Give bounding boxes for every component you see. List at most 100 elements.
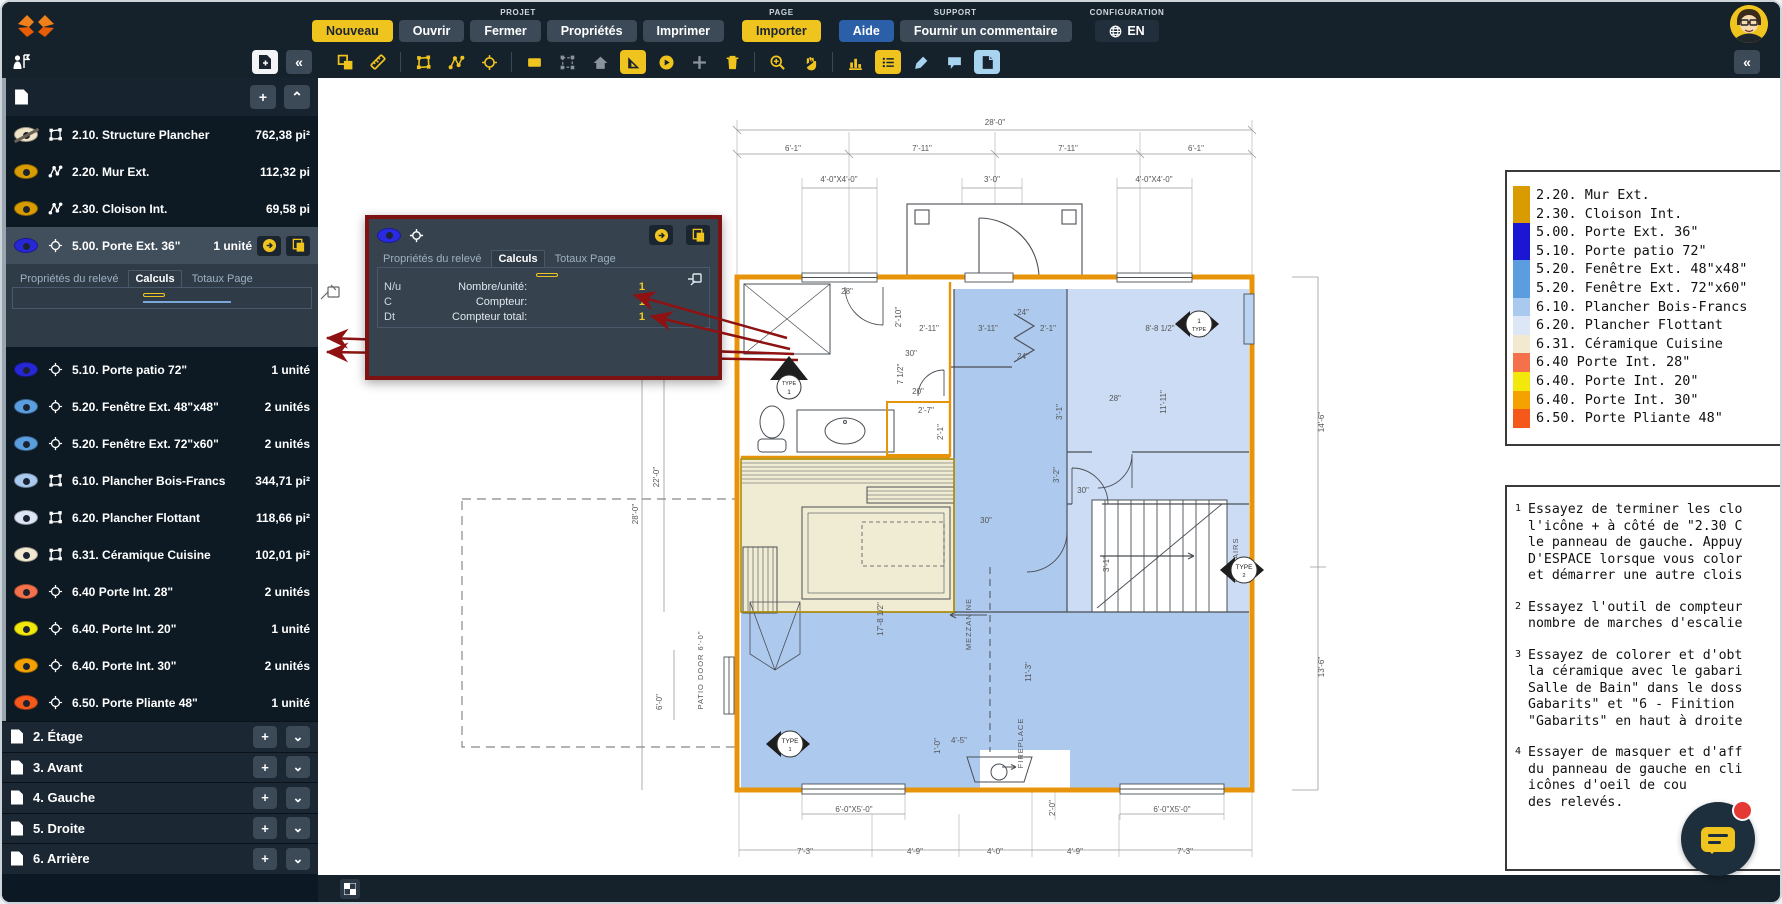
takeoff-item[interactable]: 2.10. Structure Plancher762,38 pi² xyxy=(6,116,318,153)
goto-button[interactable] xyxy=(649,225,673,245)
list-tool[interactable] xyxy=(875,50,901,74)
expand-page-button[interactable]: ⌄ xyxy=(286,756,310,778)
tab-calculs[interactable]: Calculs xyxy=(491,250,544,267)
visibility-eye-icon[interactable] xyxy=(14,238,38,253)
expand-gabarits-button[interactable]: « xyxy=(1734,50,1760,74)
polyline-tool[interactable] xyxy=(443,50,469,74)
expand-page-button[interactable]: ⌄ xyxy=(286,817,310,839)
collapse-page-button[interactable]: ⌃ xyxy=(284,85,310,109)
tab-calculs[interactable]: Calculs xyxy=(128,270,181,287)
visibility-eye-icon[interactable] xyxy=(377,228,401,243)
takeoff-item[interactable]: 6.40. Porte Int. 20"1 unité xyxy=(6,610,318,647)
page-icon xyxy=(14,88,29,106)
add-tool[interactable] xyxy=(686,50,712,74)
sidebar-page-header[interactable]: + ⌃ xyxy=(6,78,318,116)
add-takeoff-button[interactable]: + xyxy=(253,726,277,748)
tab-propri-t-s-du-relev-[interactable]: Propriétés du relevé xyxy=(14,271,124,287)
play-tool[interactable] xyxy=(653,50,679,74)
aide-button[interactable]: Aide xyxy=(839,20,894,42)
takeoff-item[interactable]: 2.20. Mur Ext.112,32 pi xyxy=(6,153,318,190)
chart-tool[interactable] xyxy=(842,50,868,74)
add-takeoff-button[interactable]: + xyxy=(253,817,277,839)
avatar[interactable] xyxy=(1730,5,1768,43)
home-tool[interactable] xyxy=(587,50,613,74)
ruler-tool[interactable] xyxy=(365,50,391,74)
mode-button[interactable] xyxy=(143,293,165,297)
visibility-eye-icon[interactable] xyxy=(14,399,38,414)
expand-page-button[interactable]: ⌄ xyxy=(286,848,310,870)
dim-label: 30" xyxy=(905,349,917,358)
counter-dropdown[interactable] xyxy=(143,301,231,303)
takeoff-item[interactable]: 5.10. Porte patio 72"1 unité xyxy=(6,351,318,388)
sidebar-page-5-droite[interactable]: 5. Droite+⌄ xyxy=(2,813,318,844)
expand-page-button[interactable]: ⌄ xyxy=(286,787,310,809)
expand-page-button[interactable]: ⌄ xyxy=(286,726,310,748)
highlighter-tool[interactable] xyxy=(908,50,934,74)
zoom-in-tool[interactable] xyxy=(764,50,790,74)
tab-propri-t-s-du-relev-[interactable]: Propriétés du relevé xyxy=(377,251,487,267)
takeoff-item[interactable]: 2.30. Cloison Int.69,58 pi xyxy=(6,190,318,227)
propri-t-s-button[interactable]: Propriétés xyxy=(547,20,637,42)
add-takeoff-button[interactable]: + xyxy=(253,848,277,870)
legend-swatch xyxy=(1513,316,1530,335)
set-square-tool[interactable] xyxy=(620,50,646,74)
fermer-button[interactable]: Fermer xyxy=(470,20,540,42)
ouvrir-button[interactable]: Ouvrir xyxy=(399,20,465,42)
copy-button[interactable] xyxy=(686,225,710,245)
visibility-eye-icon[interactable] xyxy=(14,547,38,562)
comment-tool[interactable] xyxy=(941,50,967,74)
visibility-eye-icon[interactable] xyxy=(14,473,38,488)
note-tool[interactable] xyxy=(974,50,1000,74)
pan-tool[interactable] xyxy=(797,50,823,74)
visibility-eye-off-icon[interactable] xyxy=(14,127,38,142)
new-page-button[interactable] xyxy=(252,50,278,74)
sidebar-page-3-avant[interactable]: 3. Avant+⌄ xyxy=(2,752,318,783)
sidebar-page-2-tage[interactable]: 2. Étage+⌄ xyxy=(2,721,318,752)
visibility-eye-icon[interactable] xyxy=(14,584,38,599)
visibility-eye-icon[interactable] xyxy=(14,436,38,451)
transform-tool[interactable] xyxy=(554,50,580,74)
fournir-un-commentaire-button[interactable]: Fournir un commentaire xyxy=(900,20,1072,42)
visibility-eye-icon[interactable] xyxy=(14,695,38,710)
visibility-eye-icon[interactable] xyxy=(14,621,38,636)
takeoff-item[interactable]: 6.40. Porte Int. 30"2 unités xyxy=(6,647,318,684)
sidebar-page-4-gauche[interactable]: 4. Gauche+⌄ xyxy=(2,782,318,813)
tab-totaux-page[interactable]: Totaux Page xyxy=(186,271,259,287)
takeoff-item[interactable]: 5.20. Fenêtre Ext. 72"x60"2 unités xyxy=(6,425,318,462)
takeoff-item[interactable]: 6.40 Porte Int. 28"2 unités xyxy=(6,573,318,610)
visibility-eye-icon[interactable] xyxy=(14,362,38,377)
nouveau-button[interactable]: Nouveau xyxy=(312,20,393,42)
visibility-eye-icon[interactable] xyxy=(14,201,38,216)
takeoff-item[interactable]: 6.10. Plancher Bois-Francs344,71 pi² xyxy=(6,462,318,499)
add-takeoff-button[interactable]: + xyxy=(253,787,277,809)
takeoff-item[interactable]: 6.31. Céramique Cuisine102,01 pi² xyxy=(6,536,318,573)
sidebar-page-6-arri-re[interactable]: 6. Arrière+⌄ xyxy=(2,843,318,874)
page-thumbnails-button[interactable] xyxy=(340,879,360,899)
collapse-sidebar-button[interactable]: « xyxy=(286,50,312,74)
delete-tool[interactable] xyxy=(719,50,745,74)
takeoff-item[interactable]: 6.20. Plancher Flottant118,66 pi² xyxy=(6,499,318,536)
goto-button[interactable] xyxy=(257,236,281,256)
mode-button[interactable] xyxy=(536,273,558,277)
visibility-eye-icon[interactable] xyxy=(14,164,38,179)
takeoff-item[interactable]: 5.00. Porte Ext. 36"1 unité xyxy=(6,227,318,264)
pin-icon[interactable] xyxy=(687,272,703,289)
visibility-eye-icon[interactable] xyxy=(14,658,38,673)
add-takeoff-button[interactable]: + xyxy=(253,756,277,778)
plan-canvas[interactable]: 28'-0"6'-1"7'-11"7'-11"6'-1"4'-0"X4'-0"3… xyxy=(318,78,1780,902)
takeoff-item[interactable]: 5.20. Fenêtre Ext. 48"x48"2 unités xyxy=(6,388,318,425)
polygon-tool[interactable] xyxy=(410,50,436,74)
counter-tool[interactable] xyxy=(476,50,502,74)
copy-button[interactable] xyxy=(286,236,310,256)
importer-button[interactable]: Importer xyxy=(742,20,821,42)
takeoff-item[interactable]: 6.50. Porte Pliante 48"1 unité xyxy=(6,684,318,721)
imprimer-button[interactable]: Imprimer xyxy=(643,20,725,42)
visibility-eye-icon[interactable] xyxy=(14,510,38,525)
takeoff-popup[interactable]: Propriétés du relevéCalculsTotaux Page N… xyxy=(365,215,722,380)
add-takeoff-button[interactable]: + xyxy=(250,85,276,109)
rectangle-tool[interactable] xyxy=(521,50,547,74)
tab-totaux-page[interactable]: Totaux Page xyxy=(549,251,622,267)
en-button[interactable]: EN xyxy=(1095,20,1158,42)
layers-tool[interactable] xyxy=(332,50,358,74)
chat-button[interactable] xyxy=(1681,802,1755,876)
